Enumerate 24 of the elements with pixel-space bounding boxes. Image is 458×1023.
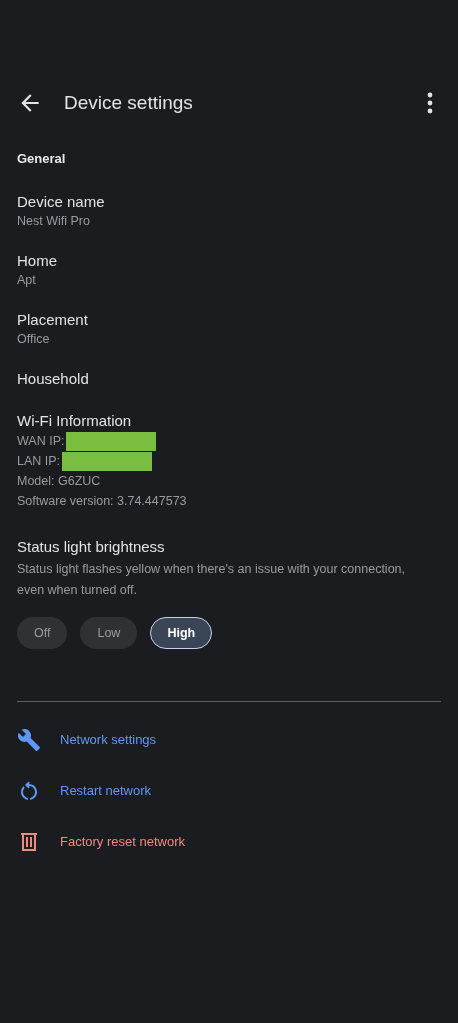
setting-label[interactable]: Placement [17,310,441,330]
info-text: LAN IP: [17,454,61,468]
info-text: WAN IP: [17,434,65,448]
setting-value: Office [17,331,51,348]
setting-value: Apt [17,272,37,289]
brightness-chip[interactable]: Off [17,617,68,649]
setting-label[interactable]: Household [17,369,441,389]
screen-title: Device settings [64,92,194,114]
setting-label: Wi-Fi Information [17,411,133,431]
wrench-icon [17,727,41,752]
brightness-chip[interactable]: Low [80,617,138,649]
section-heading: General [17,151,67,166]
action-link[interactable]: Network settings [60,714,157,765]
info-text: Model: G6ZUC [17,474,101,488]
setting-description: Status light flashes yellow when there's an issue with your connection, even when turned off. [17,561,406,599]
brightness-chip[interactable]: High [150,617,213,649]
action-link[interactable]: Restart network [60,765,152,816]
info-text: Software version: 3.74.447573 [17,494,187,508]
action-link[interactable]: Factory reset network [60,816,185,867]
setting-label: Status light brightness [17,537,166,557]
setting-value: Nest Wifi Pro [17,213,91,230]
setting-label[interactable]: Home [17,251,441,271]
more-options-button[interactable] [426,92,434,114]
setting-label[interactable]: Device name [17,192,441,212]
